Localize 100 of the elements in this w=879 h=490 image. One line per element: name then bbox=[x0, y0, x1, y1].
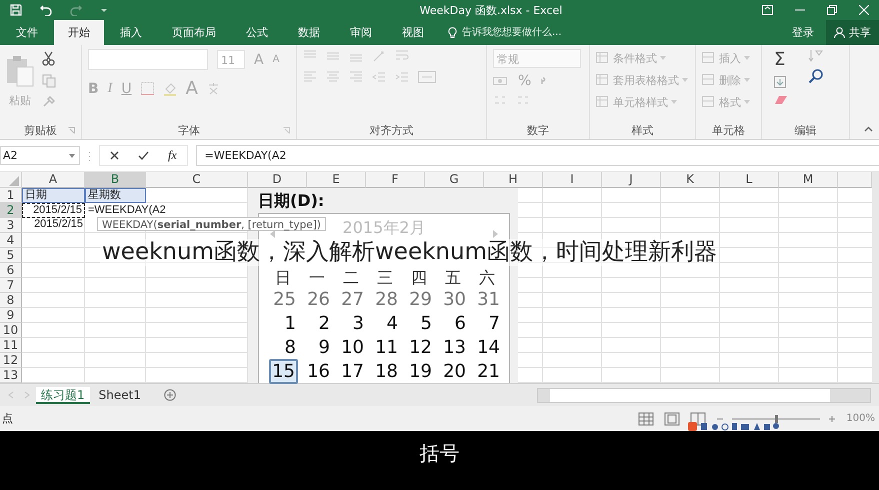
calendar-day[interactable]: 11 bbox=[373, 336, 400, 358]
calendar-day[interactable]: 26 bbox=[305, 288, 332, 310]
weekday-label: 二 bbox=[342, 268, 360, 286]
close-icon[interactable] bbox=[859, 5, 869, 15]
calendar-day[interactable]: 21 bbox=[475, 361, 502, 382]
calendar-day[interactable]: 25 bbox=[271, 288, 298, 310]
column-header[interactable]: J bbox=[602, 172, 661, 188]
window-title: WeekDay 函数.xlsx - Excel bbox=[418, 2, 564, 18]
name-box[interactable]: A2 bbox=[0, 146, 80, 165]
column-header[interactable]: L bbox=[720, 172, 779, 188]
insert-function-button[interactable]: fx bbox=[168, 148, 177, 163]
ribbon-tab[interactable]: 数据 bbox=[284, 20, 334, 45]
calendar-day[interactable]: 31 bbox=[475, 288, 502, 310]
ribbon-tab[interactable]: 插入 bbox=[106, 20, 156, 45]
caret-icon bbox=[682, 78, 688, 82]
next-month-icon[interactable] bbox=[493, 230, 498, 238]
calendar-day[interactable]: 8 bbox=[282, 336, 298, 358]
calendar-day[interactable]: 5 bbox=[418, 312, 434, 334]
row-header[interactable]: 5 bbox=[0, 248, 22, 263]
row-header[interactable]: 1 bbox=[0, 188, 22, 203]
calendar-day[interactable]: 3 bbox=[350, 312, 366, 334]
row-header[interactable]: 9 bbox=[0, 308, 22, 323]
cells-icon bbox=[702, 74, 716, 86]
table-cell: 星期数 bbox=[85, 188, 146, 203]
sheet-tab[interactable]: Sheet1 bbox=[94, 386, 146, 404]
add-sheet-icon[interactable] bbox=[164, 389, 176, 401]
column-header[interactable]: E bbox=[307, 172, 366, 188]
column-header[interactable]: G bbox=[425, 172, 484, 188]
ribbon-tab[interactable]: 开始 bbox=[54, 20, 104, 45]
ribbon-display-icon[interactable] bbox=[762, 5, 773, 15]
calendar-day[interactable]: 16 bbox=[305, 361, 332, 382]
column-header[interactable]: A bbox=[22, 172, 85, 188]
previous-month-icon[interactable] bbox=[270, 230, 275, 238]
column-header[interactable]: F bbox=[366, 172, 425, 188]
enter-check-icon[interactable] bbox=[138, 151, 149, 160]
row-header[interactable]: 8 bbox=[0, 293, 22, 308]
save-icon[interactable] bbox=[10, 4, 22, 16]
caret-icon bbox=[69, 154, 75, 158]
page-layout-icon[interactable] bbox=[664, 412, 680, 426]
customize-caret-icon[interactable] bbox=[100, 6, 108, 14]
row-header[interactable]: 6 bbox=[0, 263, 22, 278]
share-button[interactable]: 共享 bbox=[826, 20, 879, 45]
column-header[interactable]: D bbox=[248, 172, 307, 188]
calendar-day[interactable]: 15 bbox=[269, 359, 298, 384]
calendar-day[interactable]: 28 bbox=[373, 288, 400, 310]
row-header[interactable]: 13 bbox=[0, 368, 22, 383]
formula-field[interactable]: =WEEKDAY(A2 bbox=[196, 145, 879, 166]
row-header[interactable]: 12 bbox=[0, 353, 22, 368]
calendar-day[interactable]: 13 bbox=[441, 336, 468, 358]
ribbon-tab[interactable]: 公式 bbox=[232, 20, 282, 45]
date-label: 日期(D): bbox=[257, 190, 326, 212]
redo-icon[interactable] bbox=[70, 4, 82, 16]
calendar-day[interactable]: 14 bbox=[475, 336, 502, 358]
row-header[interactable]: 11 bbox=[0, 338, 22, 353]
cancel-icon[interactable] bbox=[110, 151, 119, 160]
column-header[interactable]: H bbox=[484, 172, 543, 188]
calendar-day[interactable]: 12 bbox=[407, 336, 434, 358]
calendar-day[interactable]: 6 bbox=[452, 312, 468, 334]
zoom-slider-drawing[interactable] bbox=[716, 414, 836, 424]
calendar-day[interactable]: 17 bbox=[339, 361, 366, 382]
ribbon-tab[interactable]: 文件 bbox=[2, 20, 52, 45]
calendar-day[interactable]: 19 bbox=[407, 361, 434, 382]
row-header[interactable]: 10 bbox=[0, 323, 22, 338]
column-header[interactable]: C bbox=[146, 172, 248, 188]
calendar-day[interactable]: 9 bbox=[316, 336, 332, 358]
calendar-day[interactable]: 27 bbox=[339, 288, 366, 310]
select-all-button[interactable] bbox=[0, 172, 22, 188]
row-header[interactable]: 3 bbox=[0, 218, 22, 233]
ime-toolbar-drawing[interactable] bbox=[688, 422, 780, 431]
row-header[interactable]: 7 bbox=[0, 278, 22, 293]
weekday-label: 三 bbox=[376, 268, 394, 286]
calendar-day[interactable]: 30 bbox=[441, 288, 468, 310]
column-header[interactable]: B bbox=[85, 172, 146, 188]
sheet-nav-icon[interactable] bbox=[6, 391, 32, 399]
horizontal-scrollbar[interactable] bbox=[537, 388, 871, 402]
vertical-scrollbar[interactable] bbox=[872, 172, 879, 383]
ribbon-tab[interactable]: 视图 bbox=[388, 20, 438, 45]
row-header[interactable]: 2 bbox=[0, 203, 22, 218]
caret-icon bbox=[744, 78, 750, 82]
column-header[interactable]: K bbox=[661, 172, 720, 188]
calendar-day[interactable]: 1 bbox=[282, 312, 298, 334]
ribbon-tab[interactable]: 页面布局 bbox=[158, 20, 230, 45]
calendar-day[interactable]: 20 bbox=[441, 361, 468, 382]
column-header[interactable]: M bbox=[779, 172, 838, 188]
tell-me-field[interactable]: 告诉我您想要做什么... bbox=[460, 26, 614, 39]
calendar-day[interactable]: 18 bbox=[373, 361, 400, 382]
calendar-day[interactable]: 4 bbox=[384, 312, 400, 334]
calendar-day[interactable]: 10 bbox=[339, 336, 366, 358]
calendar-day[interactable]: 29 bbox=[407, 288, 434, 310]
calendar-day[interactable]: 2 bbox=[316, 312, 332, 334]
column-header[interactable]: I bbox=[543, 172, 602, 188]
undo-icon[interactable] bbox=[40, 4, 52, 16]
normal-view-icon[interactable] bbox=[638, 412, 654, 426]
row-header[interactable]: 4 bbox=[0, 233, 22, 248]
ribbon-tab[interactable]: 审阅 bbox=[336, 20, 386, 45]
sheet-tab[interactable]: 练习题1 bbox=[36, 386, 90, 404]
sign-in-link[interactable]: 登录 bbox=[780, 20, 826, 45]
page-break-icon[interactable] bbox=[690, 412, 706, 426]
calendar-day[interactable]: 7 bbox=[486, 312, 502, 334]
restore-icon[interactable] bbox=[827, 5, 837, 15]
